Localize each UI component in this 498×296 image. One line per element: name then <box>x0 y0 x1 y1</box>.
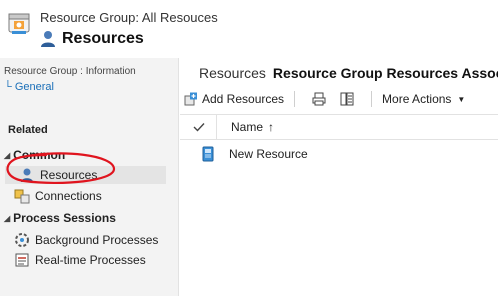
sort-arrow-icon: ↑ <box>268 120 275 134</box>
nav-item-label: Background Processes <box>35 233 159 247</box>
group-label: Process Sessions <box>13 211 116 225</box>
group-process-sessions[interactable]: ◢ Process Sessions <box>4 211 116 225</box>
report-icon <box>340 92 354 106</box>
column-divider <box>216 115 217 139</box>
entity-label: Resources <box>199 65 266 81</box>
command-toolbar: Add Resources More Actions ▼ <box>184 89 465 109</box>
nav-item-label: Resources <box>40 168 98 182</box>
user-icon <box>41 31 55 47</box>
title-row: Resources <box>40 30 144 48</box>
print-icon <box>312 92 326 106</box>
expand-triangle-icon: ◢ <box>4 213 11 223</box>
record-header: Resource Group: All Resouces Resources <box>0 0 498 58</box>
information-label: Resource Group : Information <box>4 66 136 77</box>
nav-item-realtime-processes[interactable]: Real-time Processes <box>14 251 166 269</box>
nav-item-label: Connections <box>35 189 102 203</box>
app-record-icon <box>8 13 30 34</box>
expand-triangle-icon: ◢ <box>4 150 11 160</box>
connections-icon <box>14 189 30 204</box>
add-resources-label: Add Resources <box>202 92 285 106</box>
nav-item-label: Real-time Processes <box>35 253 146 267</box>
add-resources-button[interactable]: Add Resources <box>184 92 284 106</box>
more-actions-button[interactable]: More Actions ▼ <box>382 92 465 106</box>
group-common[interactable]: ◢ Common <box>4 148 65 162</box>
related-heading: Related <box>8 124 48 136</box>
grid-header: Name ↑ <box>180 114 498 140</box>
report-button[interactable] <box>339 91 355 107</box>
print-button[interactable] <box>311 91 327 107</box>
device-icon <box>202 146 214 162</box>
row-name-cell[interactable]: New Resource <box>229 147 308 161</box>
subgrid-title-row: Resources Resource Group Resources Assoc <box>194 64 498 82</box>
toolbar-divider <box>371 91 373 107</box>
general-link[interactable]: └ General <box>4 81 54 93</box>
more-actions-label: More Actions <box>382 92 452 106</box>
page-title: Resources <box>62 30 144 47</box>
group-label: Common <box>13 148 66 162</box>
column-header-name[interactable]: Name <box>231 120 263 134</box>
chevron-down-icon: ▼ <box>457 94 466 104</box>
nav-item-connections[interactable]: Connections <box>14 187 166 205</box>
breadcrumb: Resource Group: All Resouces <box>40 10 218 25</box>
check-icon[interactable] <box>192 120 206 134</box>
nav-item-resources[interactable]: Resources <box>5 166 166 184</box>
subgrid-title: Resource Group Resources Assoc <box>272 65 498 81</box>
main-area: Resources Resource Group Resources Assoc… <box>180 58 498 296</box>
toolbar-divider <box>294 91 296 107</box>
nav-item-background-processes[interactable]: Background Processes <box>14 231 166 249</box>
realtime-process-icon <box>15 253 29 267</box>
left-nav: Resource Group : Information └ General R… <box>0 58 179 296</box>
background-process-icon <box>15 233 29 247</box>
add-icon <box>184 92 197 106</box>
user-icon <box>21 168 33 182</box>
table-row[interactable]: New Resource <box>180 144 498 164</box>
